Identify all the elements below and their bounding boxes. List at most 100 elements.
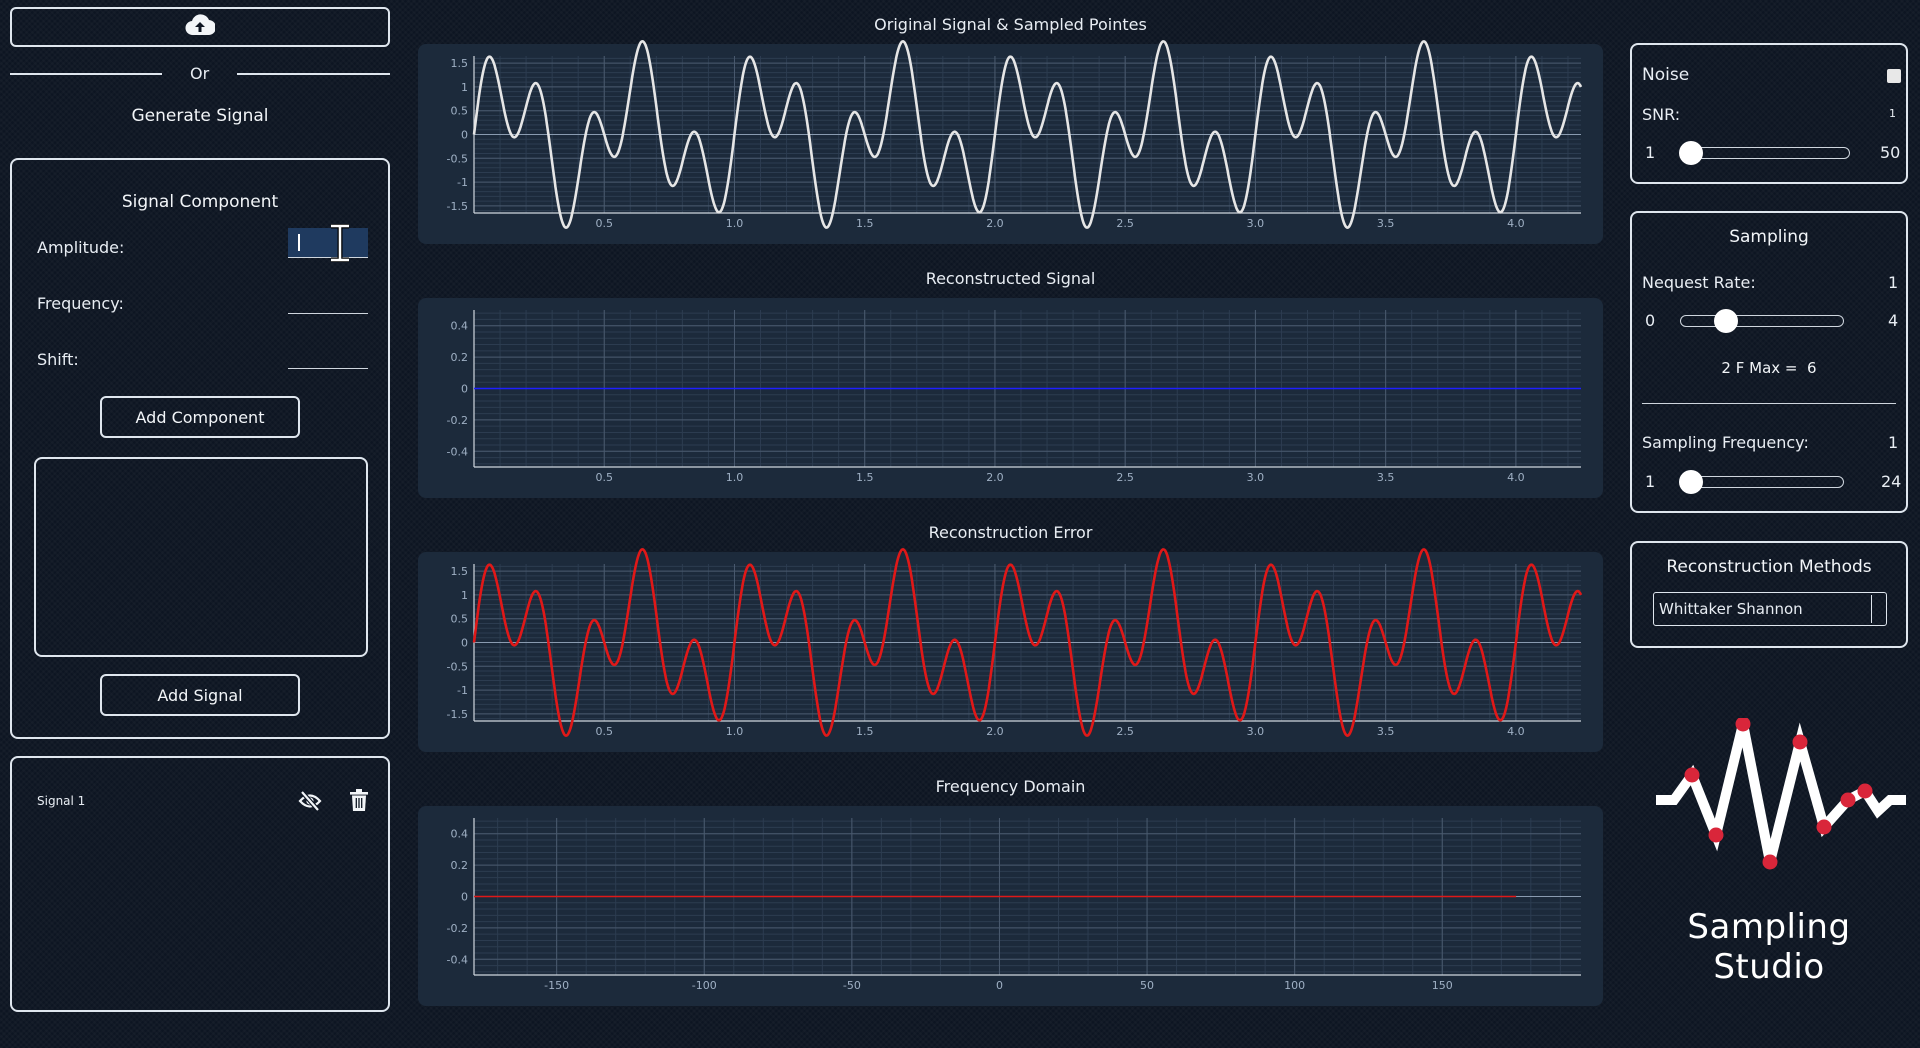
x-tick-label: 2.0 [986,471,1004,484]
logo-dot [1708,827,1724,843]
y-tick-label: -1 [457,176,468,189]
noise-checkbox[interactable] [1887,69,1901,83]
app-logo [1638,718,1908,878]
signal-name: Signal 1 [37,794,86,808]
noise-panel: Noise SNR: 1 1 50 [1630,43,1908,184]
y-tick-label: -0.2 [447,414,468,427]
y-tick-label: 0.5 [451,613,469,626]
eye-off-icon[interactable] [298,790,322,816]
y-tick-label: -0.4 [447,953,468,966]
x-tick-label: 0.5 [595,725,613,738]
slider-handle[interactable] [1714,309,1738,333]
amplitude-label: Amplitude: [37,238,125,257]
reconstruction-error-chart[interactable]: 0.5 1.0 1.5 2.0 2.5 3.0 3.5 4.0 1.5 1 0.5 0 -0.5 -1 -1… [418,520,1603,752]
plot-original: Original Signal & Sampled Pointes 0.5 1.0… [418,12,1603,244]
text-cursor-icon [328,223,352,266]
frequency-label: Frequency: [37,294,124,313]
or-divider-left [10,73,162,75]
snr-max: 50 [1880,143,1901,162]
sf-max: 24 [1881,472,1902,491]
signal-component-panel: Signal Component Amplitude: Frequency: S… [10,158,390,739]
x-tick-label: -100 [692,979,717,992]
shift-input[interactable] [288,339,368,369]
text-caret [298,234,300,251]
nyquist-slider[interactable] [1680,309,1844,333]
upload-button[interactable] [10,7,390,47]
reconstruction-method-select[interactable]: Whittaker Shannon [1653,592,1887,626]
x-tick-label: 2.0 [986,725,1004,738]
y-tick-label: 0 [461,129,468,142]
logo-dot [1735,718,1751,732]
fmax-text: 2 F Max = 6 [1721,359,1817,377]
signal-list-item[interactable]: Signal 1 [12,782,388,822]
sampling-frequency-label: Sampling Frequency: [1642,433,1809,452]
snr-label: SNR: [1642,105,1681,124]
y-tick-label: -1 [457,684,468,697]
slider-handle[interactable] [1679,470,1703,494]
plot-frequency: Frequency Domain -150 -100 -50 0 50 100 150 0.4… [418,774,1603,1006]
logo-dots [1684,718,1873,870]
y-tick-label: 0.2 [451,351,469,364]
snr-slider[interactable] [1679,141,1850,165]
x-tick-label: 1.5 [856,471,874,484]
dropdown-handle-icon[interactable] [1870,595,1872,623]
sampling-frequency-slider[interactable] [1679,470,1844,494]
y-tick-label: 1 [461,589,468,602]
sampling-divider [1642,403,1896,404]
noise-title: Noise [1642,65,1690,85]
nyquist-value: 1 [1888,273,1899,292]
generate-signal-title: Generate Signal [131,106,269,126]
app-name: Sampling Studio [1687,907,1851,987]
x-tick-label: 1.5 [856,217,874,230]
nyquist-label: Nequest Rate: [1642,273,1756,292]
logo-dot [1762,854,1778,870]
x-tick-label: 0.5 [595,217,613,230]
x-tick-label: 2.5 [1116,725,1134,738]
reconstruction-title: Reconstruction Methods [1666,557,1872,577]
shift-label: Shift: [37,350,79,369]
add-component-button[interactable]: Add Component [100,396,300,438]
x-tick-label: 3.0 [1247,217,1265,230]
add-signal-button[interactable]: Add Signal [100,674,300,716]
x-tick-label: 0 [996,979,1003,992]
y-tick-label: -0.2 [447,922,468,935]
x-tick-label: 150 [1432,979,1453,992]
or-text: Or [190,64,210,83]
y-tick-label: 0.5 [451,105,469,118]
or-divider-right [237,73,390,75]
x-tick-label: 1.0 [726,217,744,230]
signals-list-panel: Signal 1 [10,756,390,1012]
x-tick-label: 2.0 [986,217,1004,230]
x-tick-label: 3.0 [1247,725,1265,738]
y-tick-label: 0.4 [451,320,469,333]
plot-reconstructed: Reconstructed Signal 0.5 1.0 1.5 2.0 2.5 3.0 3… [418,266,1603,498]
x-tick-label: -50 [843,979,861,992]
y-tick-label: -0.4 [447,445,468,458]
x-tick-label: 1.5 [856,725,874,738]
x-tick-label: 3.0 [1247,471,1265,484]
reconstruction-panel: Reconstruction Methods Whittaker Shannon [1630,541,1908,648]
slider-handle[interactable] [1679,141,1703,165]
y-tick-label: 0.4 [451,828,469,841]
y-tick-label: -1.5 [447,200,468,213]
logo-dot [1816,819,1832,835]
frequency-domain-chart[interactable]: -150 -100 -50 0 50 100 150 0.4 0.2 0 -0.2 -0.4 [418,774,1603,1006]
logo-dot [1792,734,1808,750]
original-signal-chart[interactable]: 0.5 1.0 1.5 2.0 2.5 3.0 3.5 4.0 1.5 1 0.5 0 -0.5 -1 -1… [418,12,1603,244]
logo-dot [1684,767,1700,783]
y-tick-label: 0.2 [451,859,469,872]
logo-dot [1857,783,1873,799]
frequency-input[interactable] [288,284,368,314]
trash-icon[interactable] [350,789,368,815]
x-tick-label: 1.0 [726,725,744,738]
snr-value: 1 [1889,107,1896,120]
plot-error: Reconstruction Error 0.5 1.0 1.5 2.0 2.5 3.0 3… [418,520,1603,752]
x-tick-label: 4.0 [1507,217,1525,230]
y-tick-label: -0.5 [447,152,468,165]
x-tick-label: 0.5 [595,471,613,484]
select-value: Whittaker Shannon [1659,600,1803,618]
y-tick-label: 0 [461,637,468,650]
reconstructed-signal-chart[interactable]: 0.5 1.0 1.5 2.0 2.5 3.0 3.5 4.0 0.4 0.2 0 -0.2 -0.4 [418,266,1603,498]
y-tick-label: -1.5 [447,708,468,721]
y-tick-label: 1.5 [451,565,469,578]
